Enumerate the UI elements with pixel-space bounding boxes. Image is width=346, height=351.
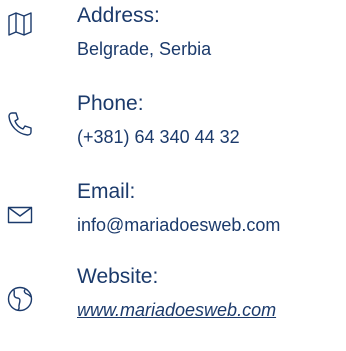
phone-value[interactable]: (+381) 64 340 44 32: [77, 125, 346, 149]
address-value: Belgrade, Serbia: [77, 39, 212, 59]
globe-icon: [6, 285, 34, 313]
email-text: Email: info@mariadoesweb.com: [77, 180, 346, 237]
envelope-icon: [6, 201, 34, 229]
website-text: Website: www.mariadoesweb.com: [77, 265, 346, 322]
website-link[interactable]: www.mariadoesweb.com: [77, 298, 346, 322]
contact-info-list: Address: Belgrade, Serbia Phone: (+381) …: [0, 0, 346, 351]
email-label: Email:: [77, 180, 136, 203]
address-text: Address: Belgrade, Serbia: [77, 4, 346, 61]
phone-icon: [6, 110, 34, 138]
website-label: Website:: [77, 265, 159, 288]
phone-label: Phone:: [77, 92, 144, 115]
address-label: Address:: [77, 4, 160, 27]
map-icon: [6, 10, 34, 38]
email-value[interactable]: info@mariadoesweb.com: [77, 213, 346, 237]
phone-text: Phone: (+381) 64 340 44 32: [77, 92, 346, 149]
